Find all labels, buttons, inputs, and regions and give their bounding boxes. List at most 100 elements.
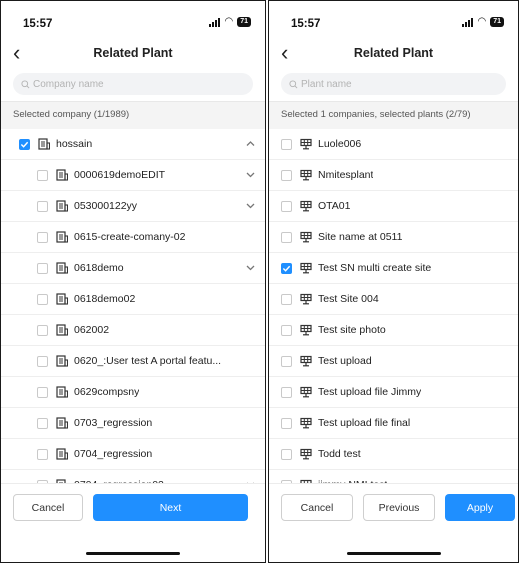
checkbox[interactable]: [281, 138, 292, 150]
plant-row[interactable]: Test upload: [269, 346, 518, 377]
chevron-up-icon: [246, 141, 255, 146]
company-row[interactable]: 0704_regression02: [1, 470, 265, 484]
checkbox[interactable]: [281, 200, 292, 212]
checkbox[interactable]: [37, 324, 48, 336]
plant-row[interactable]: Test upload file Jimmy: [269, 377, 518, 408]
checkbox[interactable]: [37, 355, 48, 367]
company-icon: [56, 355, 68, 367]
checkbox[interactable]: [281, 355, 292, 367]
signal-icon: [209, 17, 221, 27]
company-row[interactable]: 0703_regression: [1, 408, 265, 439]
checkbox[interactable]: [281, 169, 292, 181]
company-row[interactable]: 053000122yy: [1, 191, 265, 222]
plant-row[interactable]: Luole006: [269, 129, 518, 160]
plant-row[interactable]: Test Site 004: [269, 284, 518, 315]
previous-button[interactable]: Previous: [363, 494, 435, 521]
company-icon: [56, 231, 68, 243]
wifi-icon: ◠: [224, 16, 234, 27]
apply-button[interactable]: Apply: [445, 494, 515, 521]
plant-name: Test Site 004: [318, 293, 379, 305]
search-icon: [289, 79, 298, 88]
plant-row[interactable]: Nmitesplant: [269, 160, 518, 191]
checkbox[interactable]: [37, 262, 48, 274]
company-icon: [38, 138, 50, 150]
plant-row[interactable]: jimmy NMI test: [269, 470, 518, 484]
checkbox-checked[interactable]: [281, 262, 292, 274]
company-name: 0703_regression: [74, 417, 153, 429]
plant-row[interactable]: Site name at 0511: [269, 222, 518, 253]
search-placeholder: Company name: [33, 78, 104, 90]
plant-search-input[interactable]: Plant name: [281, 73, 506, 95]
company-row[interactable]: 0000619demoEDIT: [1, 160, 265, 191]
home-indicator[interactable]: [346, 552, 441, 555]
company-row[interactable]: 0620_:User test A portal featu...: [1, 346, 265, 377]
company-icon: [56, 386, 68, 398]
plant-name: Luole006: [318, 138, 362, 150]
plant-name: Todd test: [318, 448, 361, 460]
signal-icon: [462, 17, 474, 27]
plant-row[interactable]: Test site photo: [269, 315, 518, 346]
company-name: 0000619demoEDIT: [74, 169, 166, 181]
page-title: Related Plant: [93, 46, 173, 60]
status-bar: 15:57 ◠ 71: [269, 1, 518, 39]
company-row[interactable]: 0704_regression: [1, 439, 265, 470]
plant-row[interactable]: Test upload file final: [269, 408, 518, 439]
plant-name: Site name at 0511: [318, 231, 403, 243]
checkbox[interactable]: [37, 448, 48, 460]
plant-name: Test SN multi create site: [318, 262, 432, 274]
company-icon: [56, 200, 68, 212]
checkbox[interactable]: [281, 386, 292, 398]
company-row-parent[interactable]: hossain: [1, 129, 265, 160]
company-row[interactable]: 0618demo02: [1, 284, 265, 315]
company-icon: [56, 324, 68, 336]
battery-icon: 71: [237, 17, 251, 27]
company-name: 0618demo02: [74, 293, 136, 305]
plant-row[interactable]: OTA01: [269, 191, 518, 222]
chevron-down-icon: [246, 265, 255, 271]
check-icon: [20, 141, 29, 148]
company-search-input[interactable]: Company name: [13, 73, 253, 95]
checkbox[interactable]: [281, 448, 292, 460]
checkbox[interactable]: [281, 293, 292, 305]
company-row[interactable]: 0618demo: [1, 253, 265, 284]
plant-row[interactable]: Todd test: [269, 439, 518, 470]
company-name: 0629compsny: [74, 386, 140, 398]
status-icons: ◠ 71: [209, 17, 251, 27]
company-row[interactable]: 0615-create-comany-02: [1, 222, 265, 253]
cancel-button[interactable]: Cancel: [281, 494, 353, 521]
checkbox[interactable]: [37, 200, 48, 212]
search-placeholder: Plant name: [301, 78, 352, 90]
home-indicator[interactable]: [86, 552, 180, 555]
checkbox[interactable]: [37, 417, 48, 429]
checkbox[interactable]: [281, 324, 292, 336]
checkbox[interactable]: [281, 417, 292, 429]
plant-name: Test site photo: [318, 324, 386, 336]
cancel-button[interactable]: Cancel: [13, 494, 83, 521]
company-row[interactable]: 0629compsny: [1, 377, 265, 408]
selection-summary: Selected 1 companies, selected plants (2…: [281, 109, 471, 120]
selection-summary: Selected company (1/1989): [13, 109, 130, 120]
company-icon: [56, 448, 68, 460]
solar-plant-icon: [300, 200, 312, 212]
company-row[interactable]: 062002: [1, 315, 265, 346]
company-name: 0704_regression: [74, 448, 153, 460]
status-icons: ◠ 71: [462, 17, 504, 27]
company-name: 0615-create-comany-02: [74, 231, 186, 243]
plant-list: Luole006 Nmitesplant OTA01 Site name at 051…: [269, 129, 518, 484]
plant-name: Test upload file final: [318, 417, 411, 429]
checkbox[interactable]: [37, 169, 48, 181]
checkbox-checked[interactable]: [19, 138, 30, 150]
checkbox[interactable]: [37, 231, 48, 243]
company-screen: 15:57 ◠ 71 ‹ Related Plant Company name …: [0, 0, 266, 563]
solar-plant-icon: [300, 417, 312, 429]
footer-actions: Cancel Previous Apply: [269, 483, 518, 562]
solar-plant-icon: [300, 293, 312, 305]
plant-row[interactable]: Test SN multi create site: [269, 253, 518, 284]
next-button[interactable]: Next: [93, 494, 248, 521]
checkbox[interactable]: [37, 386, 48, 398]
search-icon: [21, 79, 30, 88]
status-time: 15:57: [23, 18, 53, 30]
checkbox[interactable]: [281, 231, 292, 243]
checkbox[interactable]: [37, 293, 48, 305]
company-name: 0618demo: [74, 262, 124, 274]
